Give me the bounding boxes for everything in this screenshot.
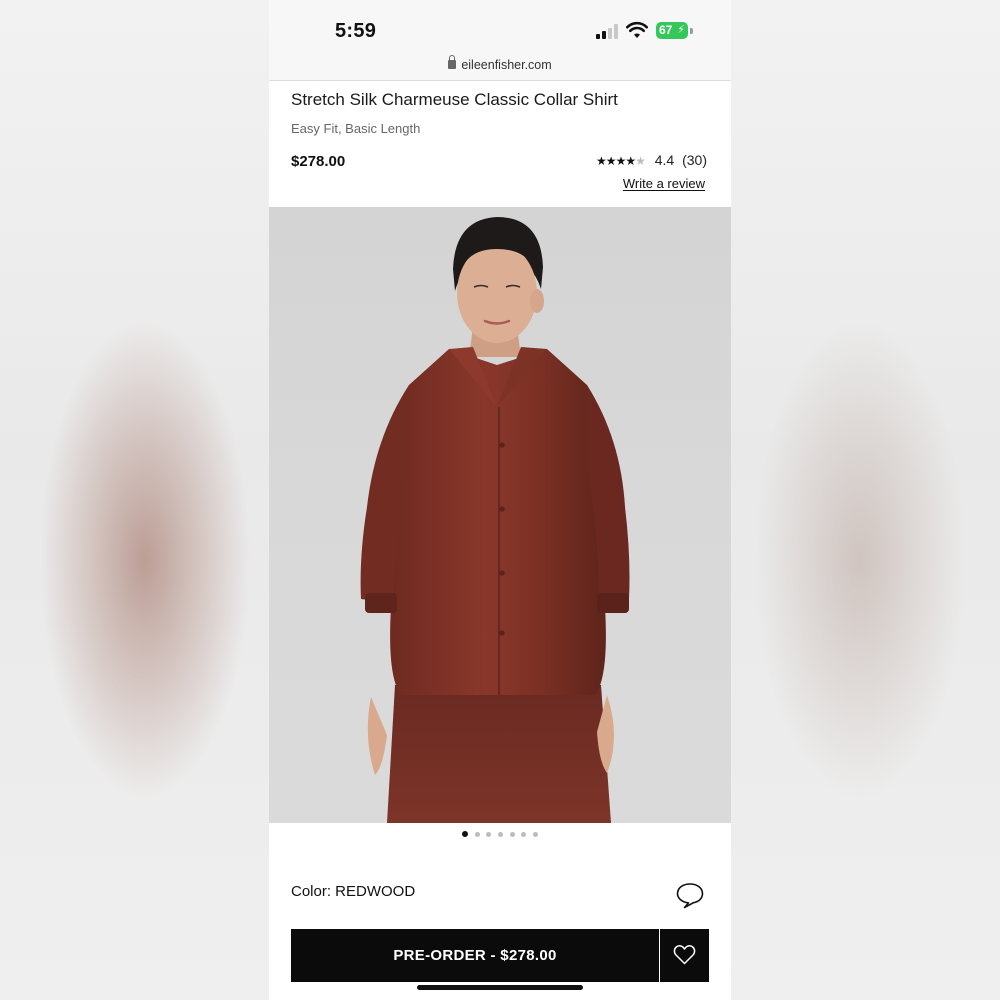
battery-indicator: 67 ⚡ [656, 22, 688, 39]
url-text: eileenfisher.com [461, 58, 552, 72]
status-time: 5:59 [335, 20, 377, 42]
wishlist-button[interactable] [660, 929, 709, 982]
home-indicator [417, 985, 583, 990]
cellular-signal-icon [596, 24, 620, 39]
wifi-icon [626, 21, 648, 38]
partial-star: ★ [635, 154, 646, 168]
battery-level: 67 [659, 23, 673, 37]
carousel-dot[interactable] [486, 832, 492, 837]
chat-bubble-icon[interactable] [675, 881, 705, 909]
product-price: $278.00 [291, 153, 346, 170]
charging-bolt-icon: ⚡ [677, 24, 685, 36]
rating-value: 4.4 [654, 152, 675, 168]
carousel-dot[interactable] [462, 831, 469, 837]
model-photo [360, 217, 630, 823]
product-page: Stretch Silk Charmeuse Classic Collar Sh… [269, 81, 731, 1000]
review-count: (30) [682, 152, 707, 168]
lock-icon [448, 55, 457, 69]
carousel-dot[interactable] [498, 832, 503, 837]
product-image[interactable] [269, 207, 731, 823]
preorder-button[interactable]: PRE-ORDER - $278.00 [291, 929, 659, 982]
color-label: Color: REDWOOD [291, 883, 416, 900]
star-rating-icon: ★★★★★ [596, 154, 646, 168]
carousel-dot[interactable] [532, 832, 538, 837]
carousel-dot[interactable] [474, 832, 480, 837]
image-carousel-dots[interactable] [269, 831, 731, 837]
rating-summary[interactable]: ★★★★★ 4.4 (30) [596, 152, 707, 168]
write-review-link[interactable]: Write a review [623, 176, 705, 191]
status-bar: 5:59 67 ⚡ [269, 0, 731, 52]
product-subtitle: Easy Fit, Basic Length [291, 121, 421, 136]
filled-stars: ★★★★ [596, 154, 636, 168]
battery-nub [690, 28, 693, 34]
product-title: Stretch Silk Charmeuse Classic Collar Sh… [291, 90, 618, 109]
carousel-dot[interactable] [509, 832, 515, 837]
address-bar[interactable]: eileenfisher.com [269, 52, 731, 80]
heart-icon [673, 945, 696, 965]
phone-screen: 5:59 67 ⚡ eileenfisher.com Stretch Silk … [269, 0, 731, 1000]
carousel-dot[interactable] [521, 832, 527, 837]
